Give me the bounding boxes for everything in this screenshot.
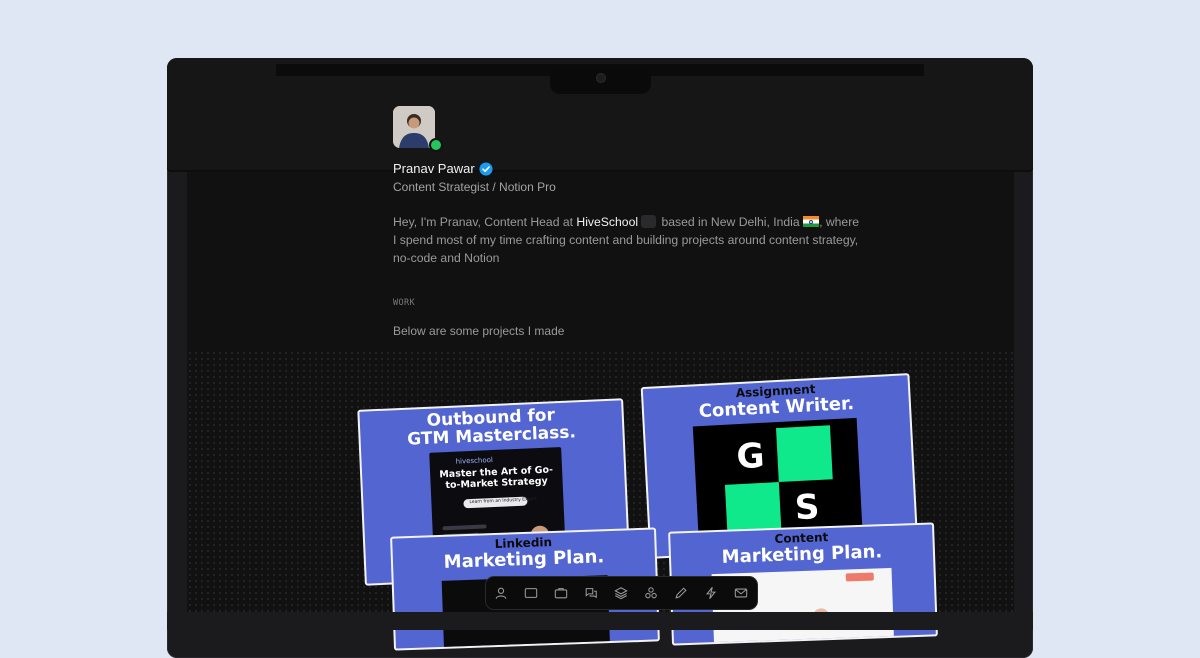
laptop-bottom-bezel [167,612,1033,630]
bio-location: based in New Delhi, India [658,215,804,229]
bottom-dock [485,576,758,610]
profile-name: Pranav Pawar [393,161,475,176]
mail-icon[interactable] [732,584,750,602]
logo-letter-g: G [735,435,766,478]
poster-headline: Master the Art of Go-to-Market Strategy [439,464,554,492]
preview-accent-block [845,572,874,582]
poster-brand: hiveschool [455,456,494,466]
online-status-icon [429,138,443,152]
company-link[interactable]: HiveSchool [576,215,638,229]
poster-bullet [442,524,487,531]
bio-intro: Hey, I'm Pranav, Content Head at [393,215,577,229]
profile-bio: Hey, I'm Pranav, Content Head at HiveSch… [393,213,863,267]
briefcase-icon[interactable] [552,584,570,602]
bolt-icon[interactable] [702,584,720,602]
pen-icon[interactable] [672,584,690,602]
india-flag-icon [803,216,820,227]
layers-icon[interactable] [612,584,630,602]
user-icon[interactable] [492,584,510,602]
hiveschool-logo-icon [641,215,657,228]
verified-badge-icon [479,162,493,176]
window-icon[interactable] [522,584,540,602]
chat-icon[interactable] [582,584,600,602]
profile-role: Content Strategist / Notion Pro [393,180,556,194]
work-intro: Below are some projects I made [393,324,565,338]
logo-green-block [776,425,833,483]
shapes-icon[interactable] [642,584,660,602]
camera-icon [597,74,605,82]
work-section-label: WORK [393,298,416,308]
